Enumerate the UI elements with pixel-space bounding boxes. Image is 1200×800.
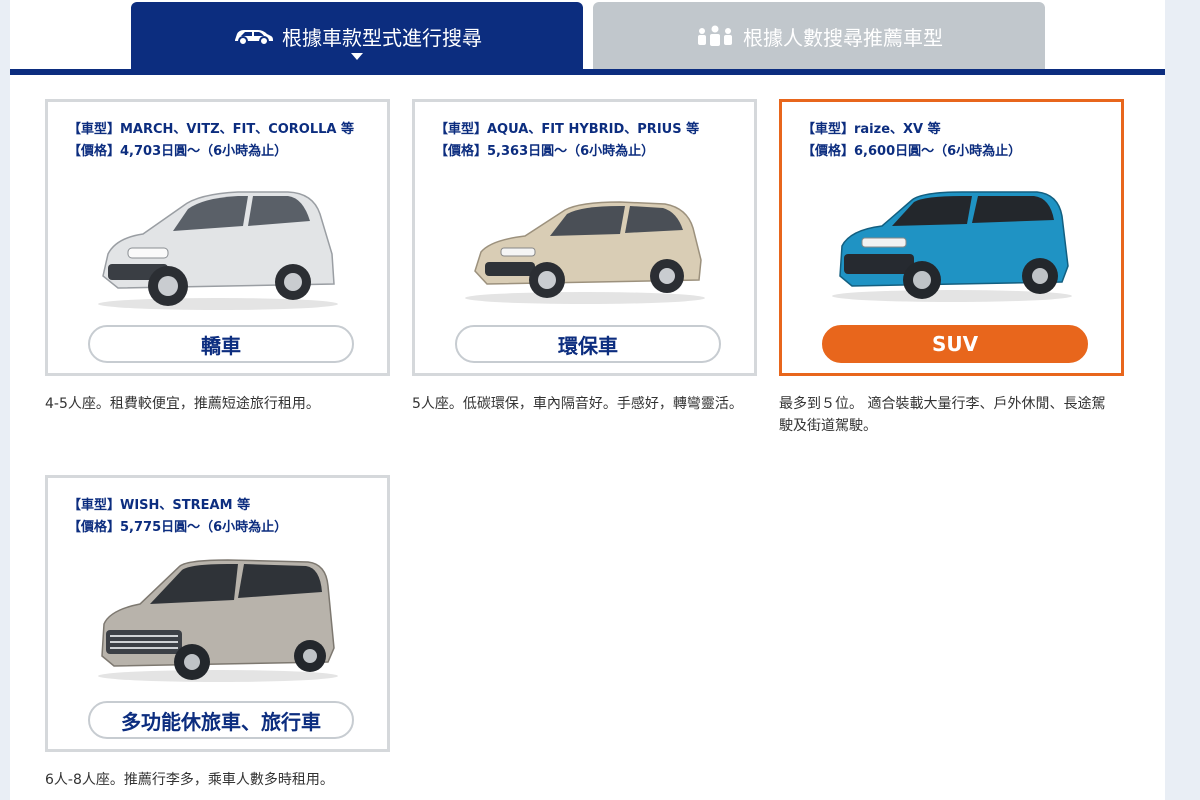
category-label: 環保車: [455, 325, 721, 363]
tab-label: 根據人數搜尋推薦車型: [743, 25, 943, 50]
car-icon: [232, 26, 274, 46]
car-category-card-suv[interactable]: 【車型】raize、XV 等 【價格】6,600日圓～（6小時為止） SUV: [779, 99, 1124, 376]
car-category-card-minivan[interactable]: 【車型】WISH、STREAM 等 【價格】5,775日圓～（6小時為止） 多功…: [45, 475, 390, 752]
car-image-minivan: [98, 559, 338, 682]
car-models: 【車型】MARCH、VITZ、FIT、COROLLA 等: [68, 122, 355, 137]
tab-label: 根據車款型式進行搜尋: [282, 25, 482, 50]
car-image-suv: [832, 191, 1072, 302]
car-models: 【車型】AQUA、FIT HYBRID、PRIUS 等: [435, 122, 700, 137]
category-label: 多功能休旅車、旅行車: [88, 701, 354, 739]
car-category-card-sedan[interactable]: 【車型】MARCH、VITZ、FIT、COROLLA 等 【價格】4,703日圓…: [45, 99, 390, 376]
category-label: SUV: [822, 325, 1088, 363]
card-description: 6人-8人座。推薦行李多，乘車人數多時租用。: [45, 772, 334, 788]
card-spec: 【車型】MARCH、VITZ、FIT、COROLLA 等 【價格】4,703日圓…: [68, 119, 354, 163]
car-image-hatchback: [98, 191, 338, 310]
car-category-card-eco[interactable]: 【車型】AQUA、FIT HYBRID、PRIUS 等 【價格】5,363日圓～…: [412, 99, 757, 376]
card-spec: 【車型】AQUA、FIT HYBRID、PRIUS 等 【價格】5,363日圓～…: [435, 119, 699, 163]
car-price: 【價格】5,363日圓～（6小時為止）: [435, 144, 655, 159]
tab-search-by-people[interactable]: 根據人數搜尋推薦車型: [593, 2, 1045, 70]
caret-down-icon: [351, 53, 363, 60]
card-description: 5人座。低碳環保，車內隔音好。手感好，轉彎靈活。: [412, 396, 743, 412]
card-description: 最多到５位。 適合裝載大量行李、戶外休閒、長途駕駛及街道駕駛。: [779, 396, 1106, 434]
car-models: 【車型】WISH、STREAM 等: [68, 498, 251, 513]
search-tabs: 根據車款型式進行搜尋 根據人數搜尋推薦車型: [10, 0, 1165, 76]
category-label: 轎車: [88, 325, 354, 363]
card-description: 4-5人座。租費較便宜，推薦短途旅行租用。: [45, 396, 320, 412]
people-icon: [695, 25, 735, 47]
car-models: 【車型】raize、XV 等: [802, 122, 941, 137]
car-price: 【價格】5,775日圓～（6小時為止）: [68, 520, 288, 535]
card-spec: 【車型】raize、XV 等 【價格】6,600日圓～（6小時為止）: [802, 119, 1021, 163]
page: 根據車款型式進行搜尋 根據人數搜尋推薦車型 【車型】MARCH、VITZ、FIT…: [10, 0, 1165, 800]
car-price: 【價格】4,703日圓～（6小時為止）: [68, 144, 288, 159]
car-image-compact: [465, 201, 705, 304]
car-price: 【價格】6,600日圓～（6小時為止）: [802, 144, 1022, 159]
card-spec: 【車型】WISH、STREAM 等 【價格】5,775日圓～（6小時為止）: [68, 495, 287, 539]
tab-underline: [10, 69, 1165, 75]
tab-search-by-model[interactable]: 根據車款型式進行搜尋: [131, 2, 583, 70]
